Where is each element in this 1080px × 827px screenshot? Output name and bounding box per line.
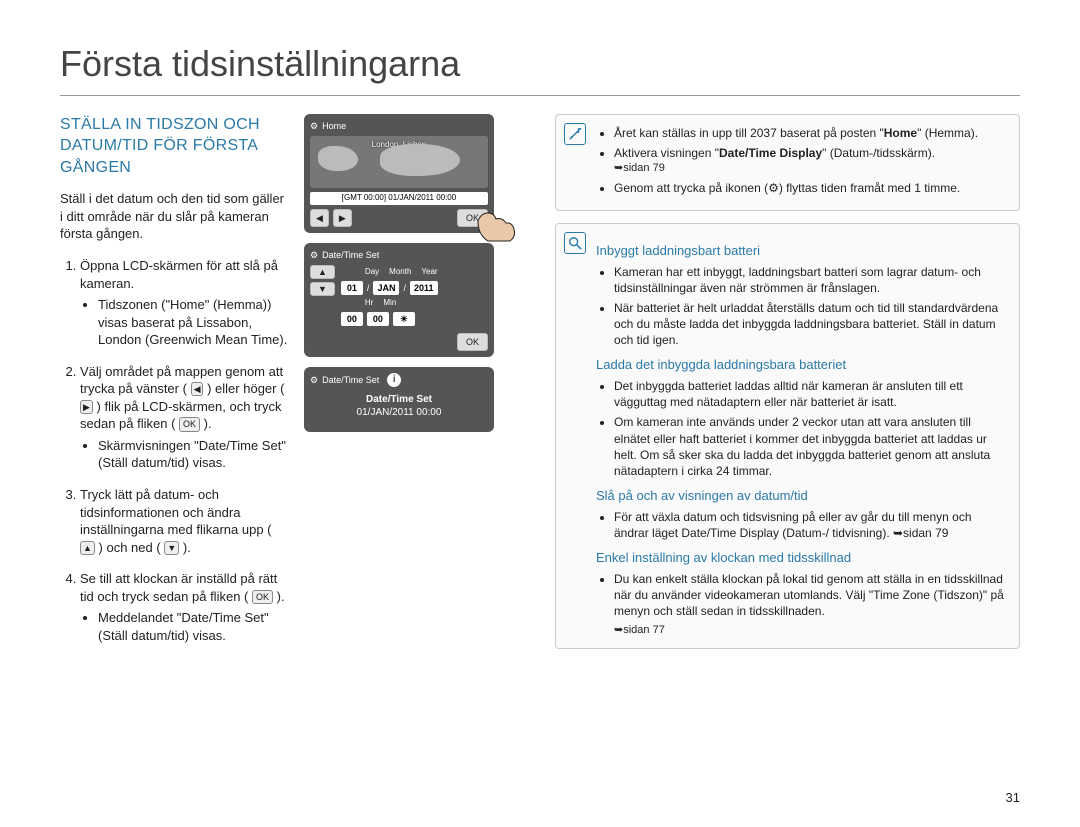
step-4-sub: Meddelandet "Date/Time Set" (Ställ datum… [98,609,290,644]
step-1-sub: Tidszonen ("Home" (Hemma)) visas baserat… [98,296,290,349]
step-4: Se till att klockan är inställd på rätt … [80,570,290,644]
label-hr: Hr [365,298,373,309]
map-prev-button[interactable]: ◀ [310,209,329,227]
screen-confirm: ⚙ Date/Time Set i Date/Time Set 01/JAN/2… [304,367,494,432]
map-location: London, Lisbon [372,140,427,151]
step-2-sub: Skärmvisningen "Date/Time Set" (Ställ da… [98,437,290,472]
left-arrow-icon: ◀ [191,382,204,396]
separator: / [367,282,370,294]
step-3b: ) och ned ( [99,540,161,555]
step-3a: Tryck lätt på datum- och tidsinformation… [80,487,272,537]
screen-datetime-title: Date/Time Set [322,249,379,261]
label-min: Min [383,298,396,309]
note-h3-b1: För att växla datum och tidsvisning på e… [614,509,1007,541]
label-day: Day [365,267,379,278]
page-title: Första tidsinställningarna [60,40,1020,96]
info-ref-1: ➥sidan 79 [614,161,1007,176]
ok-tag-2: OK [252,590,273,604]
note-h4-ref: ➥sidan 77 [614,623,1007,638]
up-arrow-icon: ▲ [80,541,95,555]
magnifier-icon [564,232,586,254]
screen-datetime: ⚙ Date/Time Set ▲ ▼ Day Month Year [304,243,494,357]
step-2: Välj området på mappen genom att trycka … [80,363,290,472]
step-3c: ). [183,540,191,555]
step-3: Tryck lätt på datum- och tidsinformation… [80,486,290,556]
note-icon [564,123,586,145]
note-h4-b1: Du kan enkelt ställa klockan på lokal ti… [614,571,1007,620]
confirm-line2: 01/JAN/2011 00:00 [310,406,488,420]
map-next-button[interactable]: ▶ [333,209,352,227]
note-h3: Slå på och av visningen av datum/tid [596,487,1007,505]
label-month: Month [389,267,411,278]
datetime-down-button[interactable]: ▼ [310,282,335,296]
step-2b: ) eller höger ( [207,381,284,396]
section-heading: STÄLLA IN TIDSZON OCH DATUM/TID FÖR FÖRS… [60,114,290,179]
info-icon: i [387,373,401,387]
step-1-text: Öppna LCD-skärmen för att slå på kameran… [80,258,278,291]
note-h1-b2: När batteriet är helt urladdat återställ… [614,300,1007,349]
note-h1-b1: Kameran har ett inbyggt, laddningsbart b… [614,264,1007,296]
info-bullet-3: Genom att trycka på ikonen (⚙) flyttas t… [614,180,1007,196]
info-box: Året kan ställas in upp till 2037 basera… [555,114,1020,211]
finger-icon [470,193,520,243]
time-header: Hr Min [365,298,488,309]
gear-icon: ⚙ [310,249,318,261]
screen-home-title: Home [322,120,346,132]
steps-list: Öppna LCD-skärmen för att slå på kameran… [60,257,290,644]
ok-tag: OK [179,417,200,431]
datetime-header: Day Month Year [365,267,488,278]
info-bullet-2: Aktivera visningen "Date/Time Display" (… [614,145,1007,176]
value-year[interactable]: 2011 [410,281,438,295]
step-4a: Se till att klockan är inställd på rätt … [80,571,277,604]
screen-confirm-title: Date/Time Set [322,374,379,386]
note-h1: Inbyggt laddningsbart batteri [596,242,1007,260]
info-bullet-1: Året kan ställas in upp till 2037 basera… [614,125,1007,141]
note-h2-b1: Det inbyggda batteriet laddas alltid när… [614,378,1007,410]
screens-column: ⚙ Home London, Lisbon [GMT 00:00] 01/JAN… [304,114,525,661]
value-month[interactable]: JAN [373,281,399,295]
label-year: Year [421,267,437,278]
screen-home: ⚙ Home London, Lisbon [GMT 00:00] 01/JAN… [304,114,494,233]
note-h2: Ladda det inbyggda laddningsbara batteri… [596,356,1007,374]
separator: / [403,282,406,294]
value-min[interactable]: 00 [367,312,389,326]
datetime-ok-button[interactable]: OK [457,333,488,351]
value-day[interactable]: 01 [341,281,363,295]
note-h4: Enkel inställning av klockan med tidsski… [596,549,1007,567]
step-1: Öppna LCD-skärmen för att slå på kameran… [80,257,290,349]
datetime-up-button[interactable]: ▲ [310,265,335,279]
confirm-line1: Date/Time Set [310,393,488,407]
gear-icon: ⚙ [310,120,318,132]
gear-icon: ⚙ [310,374,318,386]
world-map: London, Lisbon [310,136,488,188]
right-arrow-icon: ▶ [80,400,93,414]
down-arrow-icon: ▼ [164,541,179,555]
intro-text: Ställ i det datum och den tid som gäller… [60,190,290,243]
step-4b: ). [277,589,285,604]
note-h2-b2: Om kameran inte används under 2 veckor u… [614,414,1007,479]
note-box: Inbyggt laddningsbart batteri Kameran ha… [555,223,1020,649]
gmt-display: [GMT 00:00] 01/JAN/2011 00:00 [310,192,488,205]
step-2d: ). [204,416,212,431]
value-hr[interactable]: 00 [341,312,363,326]
page-number: 31 [1006,789,1020,807]
dst-icon[interactable]: ☀ [393,312,415,326]
